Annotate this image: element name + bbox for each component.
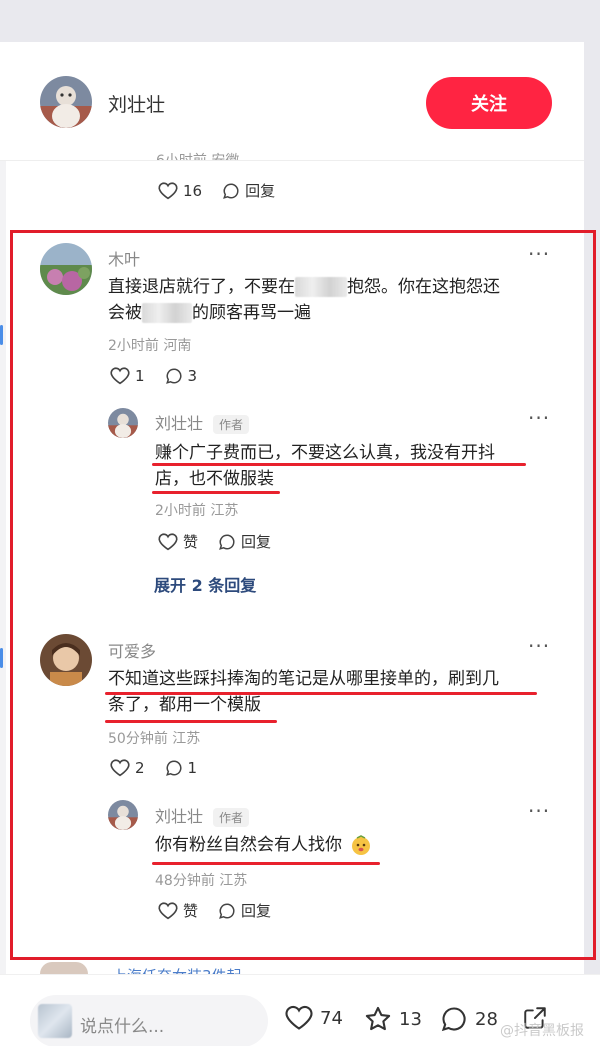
like-button[interactable]: 16 xyxy=(158,182,202,200)
like-count: 16 xyxy=(183,181,203,200)
divider xyxy=(0,160,584,161)
collect-count: 13 xyxy=(399,1008,422,1030)
comment-icon xyxy=(441,1007,466,1032)
comment-icon xyxy=(223,182,239,199)
user-avatar xyxy=(38,1004,72,1038)
highlight-box xyxy=(10,230,596,960)
comments-button[interactable]: 28 xyxy=(440,1005,498,1033)
reply-label: 回复 xyxy=(245,182,276,200)
side-indicator xyxy=(0,648,3,668)
side-indicator xyxy=(0,325,3,345)
follow-button[interactable]: 关注 xyxy=(426,77,552,129)
prev-comment-actions: 16 回复 xyxy=(158,180,289,201)
collect-button[interactable]: 13 xyxy=(364,1005,422,1033)
comment-count: 28 xyxy=(475,1008,498,1030)
page-edge xyxy=(0,42,6,1046)
heart-icon xyxy=(158,181,178,199)
like-count: 74 xyxy=(320,1007,343,1029)
heart-icon xyxy=(285,1005,313,1030)
author-avatar[interactable] xyxy=(40,76,92,128)
star-icon xyxy=(365,1006,391,1031)
commenter-avatar xyxy=(40,962,88,974)
prev-comment-meta: 6小时前 安徽 xyxy=(156,150,239,160)
reply-button[interactable]: 回复 xyxy=(222,180,275,201)
comment-input-placeholder[interactable]: 说点什么... xyxy=(80,1012,164,1037)
next-comment-name: 上海仟奈女装3件起 xyxy=(112,962,242,974)
author-name[interactable]: 刘壮壮 xyxy=(108,90,165,117)
like-note-button[interactable]: 74 xyxy=(285,1005,343,1031)
watermark: @抖音黑板报 xyxy=(500,1023,584,1039)
